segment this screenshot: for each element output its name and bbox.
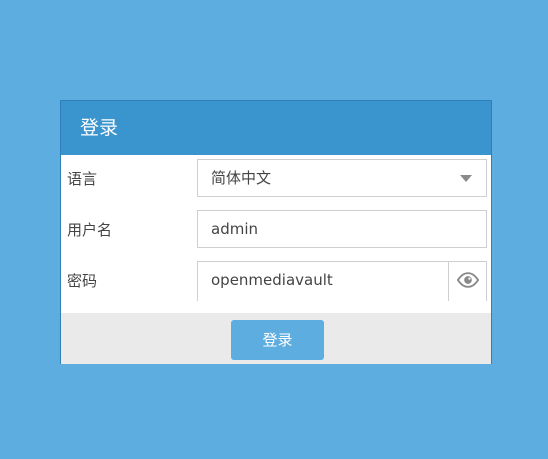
login-dialog: 登录 语言 简体中文 用户名 admin 密码 openmediavault 登… bbox=[60, 100, 492, 364]
language-select[interactable]: 简体中文 bbox=[197, 159, 487, 197]
login-button[interactable]: 登录 bbox=[231, 320, 324, 360]
password-value: openmediavault bbox=[211, 271, 333, 289]
dialog-footer: 登录 bbox=[61, 313, 491, 364]
password-label: 密码 bbox=[67, 272, 98, 290]
password-field[interactable]: openmediavault bbox=[197, 261, 487, 301]
username-label: 用户名 bbox=[67, 221, 113, 239]
dialog-title: 登录 bbox=[80, 117, 119, 139]
language-selected-value: 简体中文 bbox=[211, 169, 272, 187]
password-toggle-divider bbox=[448, 262, 449, 301]
dialog-header: 登录 bbox=[61, 101, 491, 155]
language-label: 语言 bbox=[67, 170, 98, 188]
eye-icon[interactable] bbox=[457, 271, 479, 289]
username-field[interactable]: admin bbox=[197, 210, 487, 248]
username-value: admin bbox=[211, 220, 258, 238]
chevron-down-icon[interactable] bbox=[460, 175, 472, 182]
